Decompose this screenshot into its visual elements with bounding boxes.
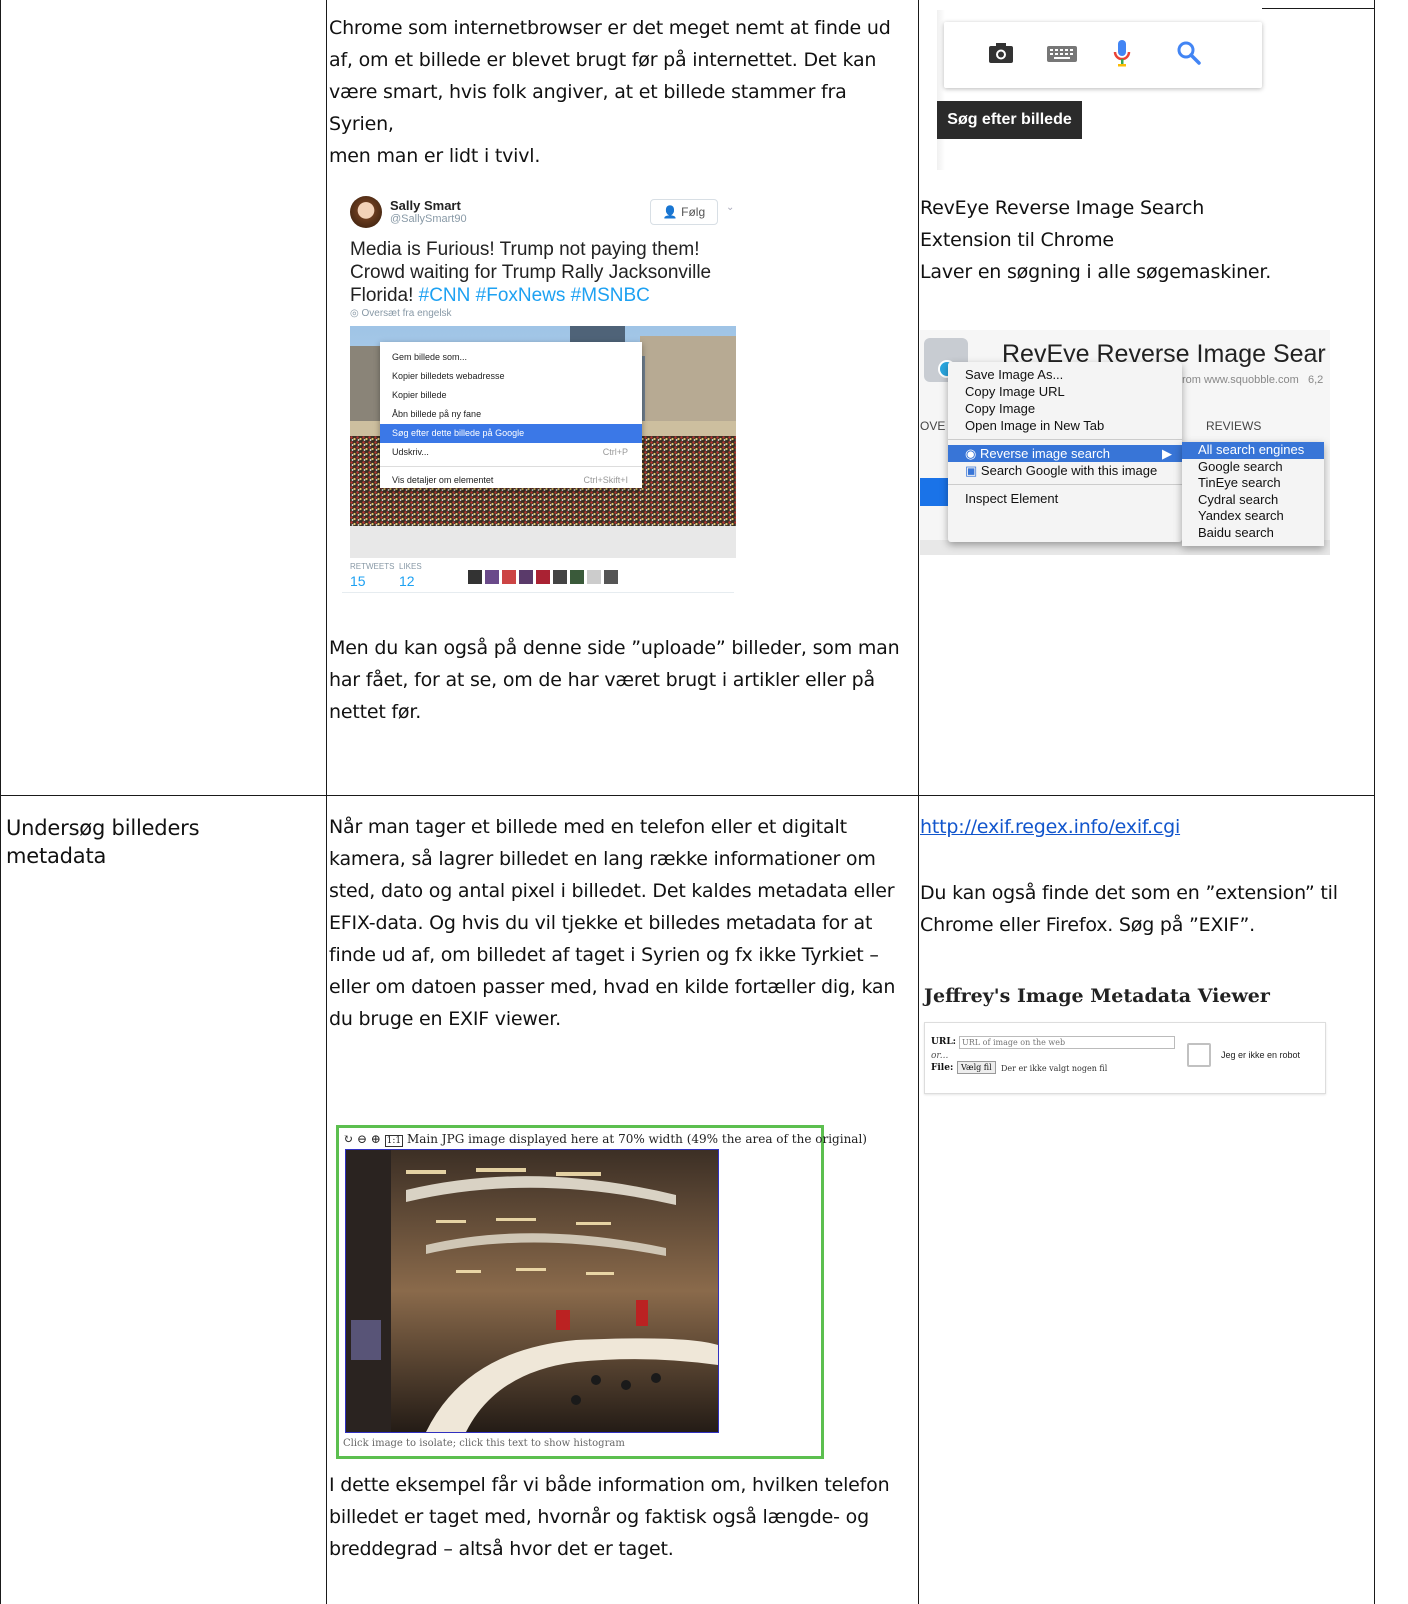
menu-item-search-google[interactable]: ▣ Search Google with this image [948,462,1182,479]
reveye-description: RevEye Reverse Image Search Extension ti… [920,192,1370,288]
context-menu-item[interactable]: Gem billede som... [380,348,642,367]
context-menu-item-print[interactable]: Udskriv... Ctrl+P [380,443,642,462]
grid-right-border [1374,0,1375,1604]
jeffrey-viewer-form: URL: or... File: Vælg fil Der er ikke va… [924,1022,1326,1094]
tab-reviews[interactable]: REVIEWS [1206,419,1261,433]
captcha-label: Jeg er ikke en robot [1221,1050,1301,1060]
url-label: URL: [931,1037,956,1047]
file-status: Der er ikke valgt nogen fil [1001,1064,1108,1073]
newsroom-photo[interactable] [345,1149,719,1433]
submenu-arrow-icon: ▶ [1162,446,1172,461]
context-menu-item-inspect[interactable]: Vis detaljer om elementet Ctrl+Skift+I [380,471,642,490]
camera-icon[interactable] [988,42,1014,69]
tweet-footer-divider [342,592,734,593]
browser-context-menu: Save Image As... Copy Image URL Copy Ima… [948,362,1182,542]
context-menu-item-search-google[interactable]: Søg efter dette billede på Google [380,424,642,443]
menu-item-open-tab[interactable]: Open Image in New Tab [948,417,1182,434]
or-label: or... [931,1051,949,1061]
intro-paragraph: Chrome som internetbrowser er det meget … [329,17,891,167]
translate-link[interactable]: ◎ Oversæt fra engelsk [350,308,452,319]
exif-link-block: http://exif.regex.info/exif.cgi [920,811,1370,843]
tweet-text: Media is Furious! Trump not paying them!… [350,239,712,306]
crowd-photo[interactable]: Gem billede som... Kopier billedets weba… [350,326,736,558]
add-user-icon: 👤 [662,205,678,219]
tweet-screenshot: Sally Smart @SallySmart90 👤 Følg ⌄ Media… [342,190,744,610]
menu-item-save-image[interactable]: Save Image As... [948,366,1182,383]
from-text: rom www.squobble.com [1182,374,1299,386]
avatar [350,196,382,228]
menu-divider [380,466,642,467]
grid-left-border [0,0,1,1604]
menu-item-copy-url[interactable]: Copy Image URL [948,383,1182,400]
image-context-menu: Gem billede som... Kopier billedets weba… [380,342,642,488]
submenu-item-google[interactable]: Google search [1182,459,1324,476]
menu-item-copy-image[interactable]: Copy Image [948,400,1182,417]
chevron-down-icon[interactable]: ⌄ [726,202,734,213]
search-engines-submenu: All search engines Google search TinEye … [1182,442,1324,546]
exif-caption[interactable]: Click image to isolate; click this text … [343,1438,625,1449]
file-label: File: [931,1063,954,1073]
reveye-title: RevEye Reverse Image Search [920,197,1205,219]
grid-top-right [1262,8,1374,9]
like-count[interactable]: 12 [399,573,415,589]
search-icon[interactable] [1176,40,1202,71]
exif-link[interactable]: http://exif.regex.info/exif.cgi [920,816,1180,838]
menu-divider [948,439,1182,440]
context-menu-item[interactable]: Åbn billede på ny fane [380,405,642,424]
menu-item-inspect[interactable]: Inspect Element [948,490,1182,507]
likes-label: LIKES [399,562,422,571]
reveye-screenshot: RevEye Reverse Image Sear rom www.squobb… [920,330,1330,555]
context-menu-item[interactable]: Kopier billede [380,386,642,405]
upload-paragraph: Men du kan også på denne side ”uploade” … [329,637,900,723]
rotate-icon[interactable]: ↻ [343,1132,353,1146]
menu-item-reverse-search[interactable]: ◉ Reverse image search ▶ [948,445,1182,462]
exif-viewer-screenshot: ↻ ⊖ ⊕ 1:1 Main JPG image displayed here … [336,1125,867,1459]
microphone-icon[interactable] [1112,39,1132,74]
jeffrey-viewer-title: Jeffrey's Image Metadata Viewer [924,985,1270,1007]
exif-toolbar: ↻ ⊖ ⊕ 1:1 Main JPG image displayed here … [343,1132,867,1147]
row-heading: Undersøg billeders metadata [6,816,200,868]
context-menu-item[interactable]: Kopier billedets webadresse [380,367,642,386]
user-count: 6,2 [1308,374,1324,386]
url-input[interactable] [959,1036,1175,1049]
camera-icon: ▣ [965,463,978,478]
menu-divider [948,484,1182,485]
keyboard-icon[interactable] [1047,46,1077,67]
globe-icon: ◎ [350,308,359,319]
google-search-tools [944,22,1262,88]
submenu-item-yandex[interactable]: Yandex search [1182,508,1324,525]
exif-toolbar-text: Main JPG image displayed here at 70% wid… [406,1132,867,1146]
tweet-author-name: Sally Smart [390,198,461,213]
grid-col-divider-1 [326,0,327,1604]
liker-avatars [468,570,618,589]
submenu-item-tineye[interactable]: TinEye search [1182,475,1324,492]
search-by-image-tooltip: Søg efter billede [937,101,1082,139]
choose-file-button[interactable]: Vælg fil [957,1061,996,1074]
reveye-icon: ◉ [965,446,977,461]
captcha-checkbox[interactable] [1187,1043,1211,1067]
tweet-hashtags[interactable]: #CNN #FoxNews #MSNBC [419,285,650,306]
zoom-out-icon[interactable]: ⊖ [357,1132,367,1146]
submenu-item-cydral[interactable]: Cydral search [1182,492,1324,509]
example-paragraph: I dette eksempel får vi både information… [329,1474,890,1560]
metadata-paragraph: Når man tager et billede med en telefon … [329,816,896,1030]
newsroom-photo-graphic [346,1150,718,1432]
extension-paragraph: Du kan også finde det som en ”extension”… [920,882,1338,936]
submenu-item-baidu[interactable]: Baidu search [1182,525,1324,542]
actual-size-icon[interactable]: 1:1 [384,1135,404,1147]
grid-row-divider [0,795,1375,796]
follow-button[interactable]: 👤 Følg [650,199,718,225]
tweet-author-handle: @SallySmart90 [390,213,467,225]
zoom-in-icon[interactable]: ⊕ [371,1132,381,1146]
grid-col-divider-2 [918,0,919,1604]
tab-overview[interactable]: OVE [920,419,945,433]
retweet-count[interactable]: 15 [350,573,366,589]
submenu-item-all[interactable]: All search engines [1182,442,1324,459]
retweets-label: RETWEETS [350,562,395,571]
